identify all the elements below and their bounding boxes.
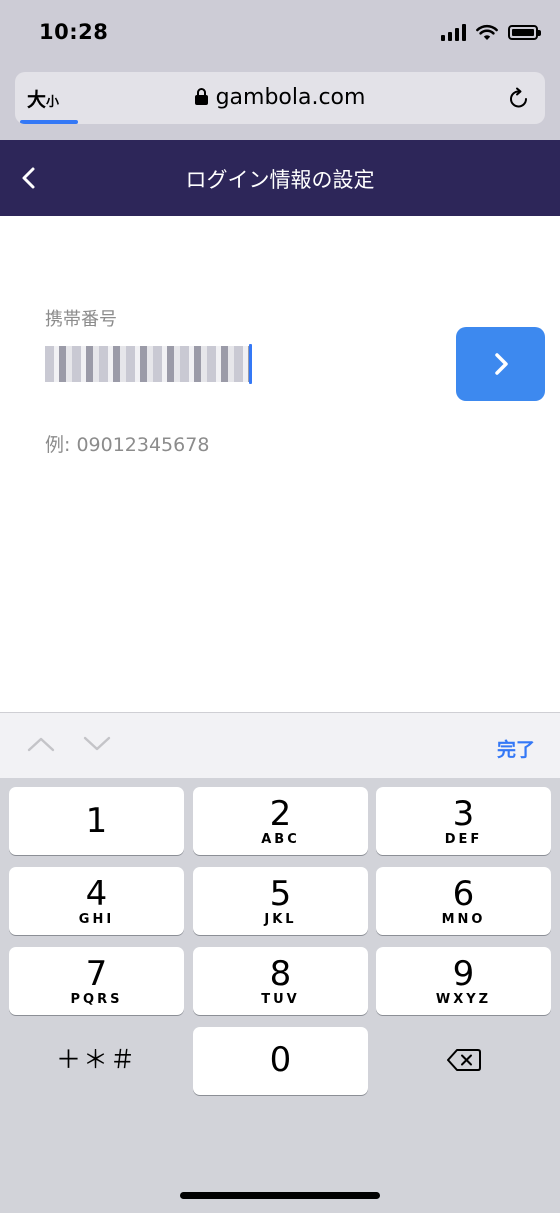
phone-number-input[interactable]: 09012345678 (45, 346, 252, 382)
status-time: 10:28 (39, 20, 109, 44)
key-0[interactable]: 0 (193, 1027, 368, 1095)
keyboard-accessory-bar: 完了 (0, 712, 560, 778)
cellular-signal-icon (441, 24, 466, 41)
previous-field-chevron-up-icon[interactable] (27, 735, 55, 753)
key-6[interactable]: 6 MNO (376, 867, 551, 935)
phone-field-label: 携帯番号 (45, 309, 117, 330)
backspace-icon (447, 1049, 481, 1071)
url-text: gambola.com (215, 85, 366, 110)
key-4[interactable]: 4 GHI (9, 867, 184, 935)
delete-key[interactable] (376, 1026, 551, 1094)
browser-toolbar: 大小 gambola.com (0, 64, 560, 140)
done-button[interactable]: 完了 (497, 735, 535, 762)
next-button[interactable] (456, 327, 545, 401)
key-7[interactable]: 7 PQRS (9, 947, 184, 1015)
page-title: ログイン情報の設定 (185, 168, 375, 192)
key-1[interactable]: 1 (9, 787, 184, 855)
lock-icon (194, 88, 208, 105)
text-caret (249, 344, 252, 384)
wifi-icon (476, 24, 498, 40)
app-header: ログイン情報の設定 (0, 140, 560, 216)
status-bar: 10:28 (0, 0, 560, 64)
status-icons (441, 24, 541, 41)
page-load-progress (20, 120, 78, 124)
key-3[interactable]: 3 DEF (376, 787, 551, 855)
home-indicator (180, 1192, 380, 1199)
key-8[interactable]: 8 TUV (193, 947, 368, 1015)
battery-icon (508, 25, 541, 40)
address-bar[interactable]: 大小 gambola.com (15, 72, 545, 124)
key-9[interactable]: 9 WXYZ (376, 947, 551, 1015)
symbols-key[interactable]: ＋＊＃ (9, 1026, 184, 1094)
next-field-chevron-down-icon[interactable] (83, 735, 111, 753)
url-display[interactable]: gambola.com (15, 85, 545, 110)
chevron-right-icon (495, 353, 508, 375)
phone-hint-text: 例: 09012345678 (45, 434, 210, 456)
reload-icon[interactable] (507, 86, 531, 110)
key-5[interactable]: 5 JKL (193, 867, 368, 935)
key-2[interactable]: 2 ABC (193, 787, 368, 855)
